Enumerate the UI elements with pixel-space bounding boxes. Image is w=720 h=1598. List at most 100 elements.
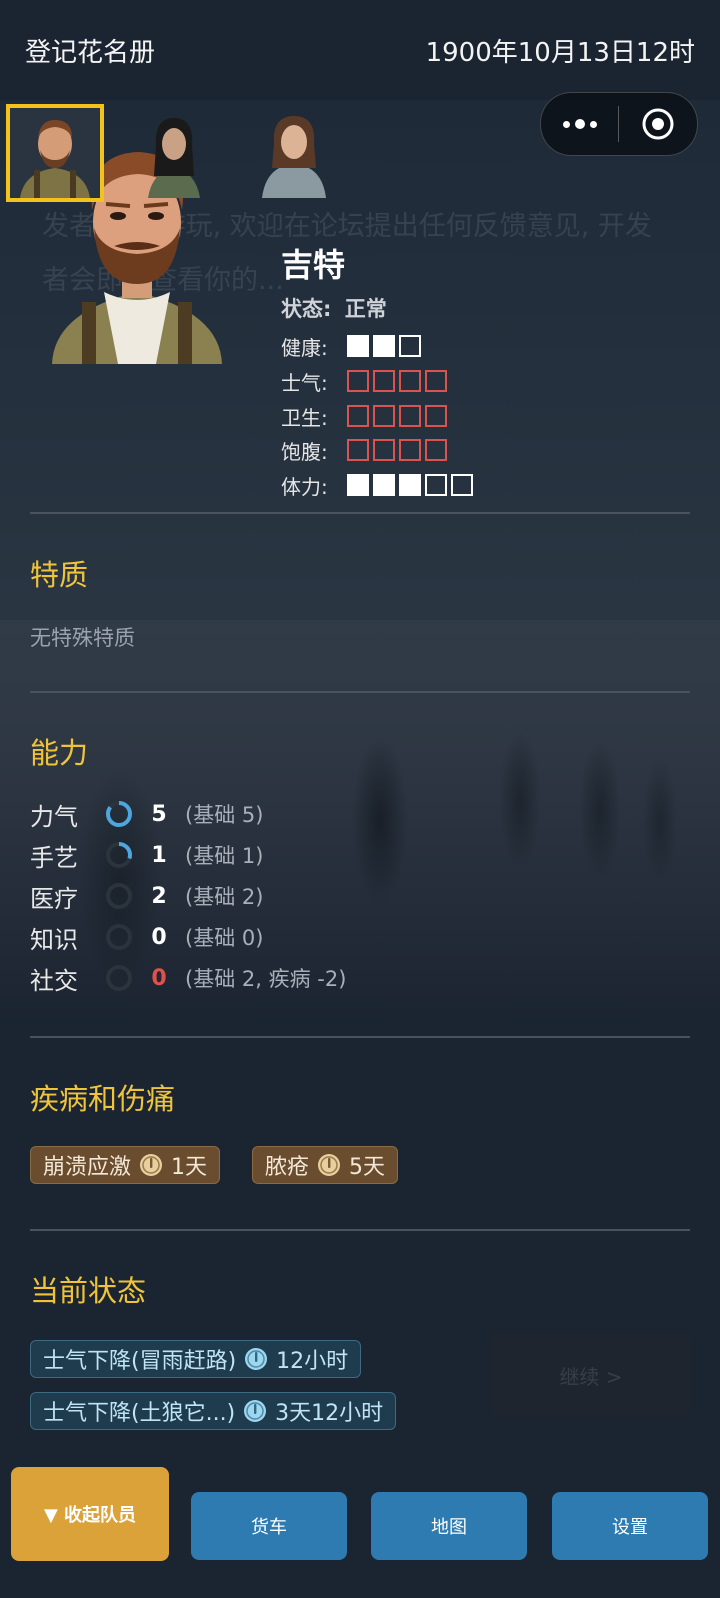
ability-row-strength: 力气 5 (基础 5) — [30, 794, 263, 834]
divider — [30, 691, 690, 693]
stat-pip-empty — [373, 439, 395, 461]
disease-tag[interactable]: 崩溃应激 1天 — [30, 1146, 221, 1184]
clock-icon — [318, 1154, 341, 1176]
stat-pip-filled — [347, 335, 369, 357]
stat-pip-empty — [347, 439, 369, 461]
ability-value: 0 — [151, 924, 167, 950]
ability-row-craft: 手艺 1 (基础 1) — [30, 835, 263, 875]
stat-pips — [347, 370, 447, 392]
character-status: 状态: 正常 — [281, 293, 387, 323]
ability-value: 5 — [151, 801, 167, 827]
stat-pip-empty — [399, 370, 421, 392]
ring-track — [106, 924, 132, 950]
stat-pip-empty — [425, 405, 447, 427]
stat-row-morale: 士气: — [281, 366, 447, 396]
stat-pip-filled — [373, 335, 395, 357]
disease-duration: 5天 — [349, 1155, 386, 1180]
stat-pip-empty — [425, 439, 447, 461]
divider — [30, 512, 690, 514]
traits-empty-text: 无特殊特质 — [30, 626, 135, 650]
ability-row-knowledge: 知识 0 (基础 0) — [30, 917, 263, 957]
background-continue-button: 继续 > — [492, 1333, 690, 1417]
ability-base: (基础 0) — [185, 926, 264, 950]
stat-row-satiety: 饱腹: — [281, 435, 447, 465]
ability-name: 力气 — [30, 802, 78, 831]
ability-base: (基础 2) — [185, 885, 264, 909]
settings-button[interactable]: 设置 — [552, 1492, 708, 1560]
more-menu-icon[interactable] — [541, 93, 618, 155]
close-target-icon[interactable] — [619, 93, 696, 155]
ability-base: (基础 1) — [185, 844, 264, 868]
character-name: 吉特 — [281, 246, 346, 284]
stat-pips — [347, 335, 421, 357]
ability-name: 社交 — [30, 966, 78, 995]
stat-pip-filled — [347, 474, 369, 496]
disease-tag[interactable]: 脓疮 5天 — [252, 1146, 399, 1184]
ability-value: 1 — [151, 842, 167, 868]
miniprogram-capsule — [540, 92, 698, 156]
ability-value: 2 — [151, 883, 167, 909]
status-effect-tag[interactable]: 士气下降(冒雨赶路) 12小时 — [30, 1340, 362, 1378]
stat-pip-empty — [425, 370, 447, 392]
ability-row-social: 社交 0 (基础 2, 疾病 -2) — [30, 958, 346, 998]
current-status-title: 当前状态 — [30, 1274, 147, 1308]
clock-icon — [245, 1348, 268, 1370]
stat-label: 体力: — [281, 474, 328, 499]
ability-base: (基础 5) — [185, 803, 264, 827]
stat-row-hygiene: 卫生: — [281, 401, 447, 431]
roster-portrait-girl[interactable] — [134, 106, 224, 198]
ability-name: 医疗 — [30, 884, 78, 913]
ring-track — [106, 965, 132, 991]
diseases-title: 疾病和伤痛 — [30, 1082, 176, 1116]
top-header: 登记花名册 1900年10月13日12时 — [0, 0, 720, 100]
stat-pips — [347, 474, 473, 496]
roster-portrait-woman[interactable] — [254, 106, 344, 198]
stat-row-health: 健康: — [281, 331, 421, 361]
truck-button[interactable]: 货车 — [191, 1492, 347, 1560]
ability-name: 知识 — [30, 925, 78, 954]
roster-portrait-jeet[interactable] — [6, 104, 104, 202]
disease-name: 崩溃应激 — [43, 1155, 132, 1180]
ability-progress-ring — [106, 924, 132, 950]
ability-value: 0 — [151, 965, 167, 991]
stat-row-stamina: 体力: — [281, 470, 473, 500]
stat-label: 饱腹: — [281, 439, 328, 464]
status-effect-tag[interactable]: 士气下降(土狼它...) 3天12小时 — [30, 1392, 397, 1430]
stat-pip-empty — [373, 370, 395, 392]
map-button[interactable]: 地图 — [371, 1492, 527, 1560]
status-effect-duration: 3天12小时 — [275, 1401, 384, 1426]
stat-pips — [347, 439, 447, 461]
stat-pips — [347, 405, 447, 427]
ability-progress-ring — [106, 842, 132, 868]
status-value: 正常 — [344, 297, 387, 321]
stat-label: 健康: — [281, 335, 328, 360]
stat-pip-empty — [399, 439, 421, 461]
ability-row-medical: 医疗 2 (基础 2) — [30, 876, 263, 916]
disease-duration: 1天 — [171, 1155, 208, 1180]
ability-progress-ring — [106, 965, 132, 991]
status-effect-name: 士气下降(冒雨赶路) — [43, 1349, 237, 1374]
disease-name: 脓疮 — [265, 1155, 310, 1180]
stat-pip-empty — [347, 405, 369, 427]
game-datetime: 1900年10月13日12时 — [425, 37, 695, 68]
status-effect-duration: 12小时 — [276, 1349, 349, 1374]
stat-pip-filled — [399, 474, 421, 496]
stat-label: 卫生: — [281, 405, 328, 430]
status-effect-name: 士气下降(土狼它...) — [43, 1401, 236, 1426]
clock-icon — [140, 1154, 163, 1176]
status-label: 状态: — [281, 297, 332, 321]
stat-pip-empty — [373, 405, 395, 427]
divider — [30, 1229, 690, 1231]
ability-progress-ring — [106, 883, 132, 909]
stat-pip-empty — [451, 474, 473, 496]
ring-track — [106, 883, 132, 909]
ability-base: (基础 2, 疾病 -2) — [185, 967, 347, 991]
stat-label: 士气: — [281, 370, 328, 395]
collapse-members-button[interactable]: ▼ 收起队员 — [11, 1467, 169, 1561]
abilities-title: 能力 — [30, 736, 89, 770]
traits-title: 特质 — [30, 558, 89, 592]
stat-pip-empty — [425, 474, 447, 496]
page-title: 登记花名册 — [25, 37, 156, 68]
stat-pip-empty — [399, 405, 421, 427]
stat-pip-filled — [373, 474, 395, 496]
